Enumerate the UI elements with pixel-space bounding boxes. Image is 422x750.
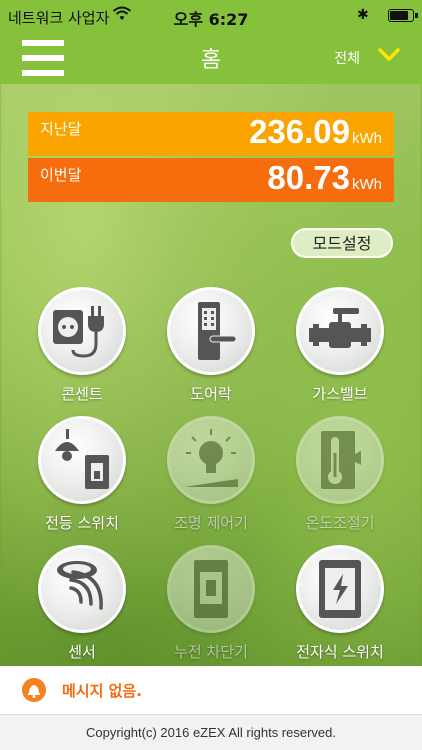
light-bulb-icon <box>167 416 255 504</box>
notification-bar[interactable]: 메시지 없음. <box>0 666 422 715</box>
device-electronic-switch[interactable]: 전자식 스위치 <box>280 545 400 662</box>
status-bar: 네트워크 사업자 오후 6:27 ✱ <box>0 0 422 32</box>
device-name: 조명 제어기 <box>174 514 248 532</box>
electronic-switch-icon <box>296 545 384 633</box>
last-month-value: 236.09 kWh <box>249 113 382 150</box>
device-name: 전등 스위치 <box>45 514 119 532</box>
device-name: 도어락 <box>190 385 232 403</box>
this-month-usage: 이번달 80.73 kWh <box>28 158 394 202</box>
last-month-usage: 지난달 236.09 kWh <box>28 112 394 156</box>
bell-icon <box>22 678 46 702</box>
door-lock-icon <box>167 287 255 375</box>
bluetooth-icon: ✱ <box>357 7 369 23</box>
light-switch-icon <box>38 416 126 504</box>
device-light-controller[interactable]: 조명 제어기 <box>151 416 271 533</box>
chevron-down-icon[interactable] <box>378 46 400 64</box>
copyright-footer: Copyright(c) 2016 eZEX All rights reserv… <box>0 715 422 750</box>
sensor-icon <box>38 545 126 633</box>
outlet-plug-icon <box>38 287 126 375</box>
circuit-breaker-icon <box>167 545 255 633</box>
device-name: 센서 <box>68 643 96 661</box>
gas-valve-icon <box>296 287 384 375</box>
device-name: 온도조절기 <box>305 514 375 532</box>
message-text: 메시지 없음. <box>62 682 142 700</box>
device-name: 콘센트 <box>61 385 103 403</box>
device-gas-valve[interactable]: 가스밸브 <box>280 287 400 404</box>
device-name: 가스밸브 <box>312 385 368 403</box>
device-outlet[interactable]: 콘센트 <box>22 287 142 404</box>
filter-dropdown-label[interactable]: 전체 <box>334 48 360 68</box>
device-name: 전자식 스위치 <box>296 643 384 661</box>
device-light-switch[interactable]: 전등 스위치 <box>22 416 142 533</box>
device-thermostat[interactable]: 온도조절기 <box>280 416 400 533</box>
last-month-label: 지난달 <box>40 120 82 138</box>
battery-icon <box>388 9 418 22</box>
nav-bar: 홈 전체 <box>0 32 422 84</box>
device-name: 누전 차단기 <box>174 643 248 661</box>
device-door-lock[interactable]: 도어락 <box>151 287 271 404</box>
this-month-value: 80.73 kWh <box>267 159 382 196</box>
mode-settings-button[interactable]: 모드설정 <box>291 228 393 258</box>
this-month-label: 이번달 <box>40 166 82 184</box>
thermometer-icon <box>296 416 384 504</box>
device-circuit-breaker[interactable]: 누전 차단기 <box>151 545 271 662</box>
device-sensor[interactable]: 센서 <box>22 545 142 662</box>
